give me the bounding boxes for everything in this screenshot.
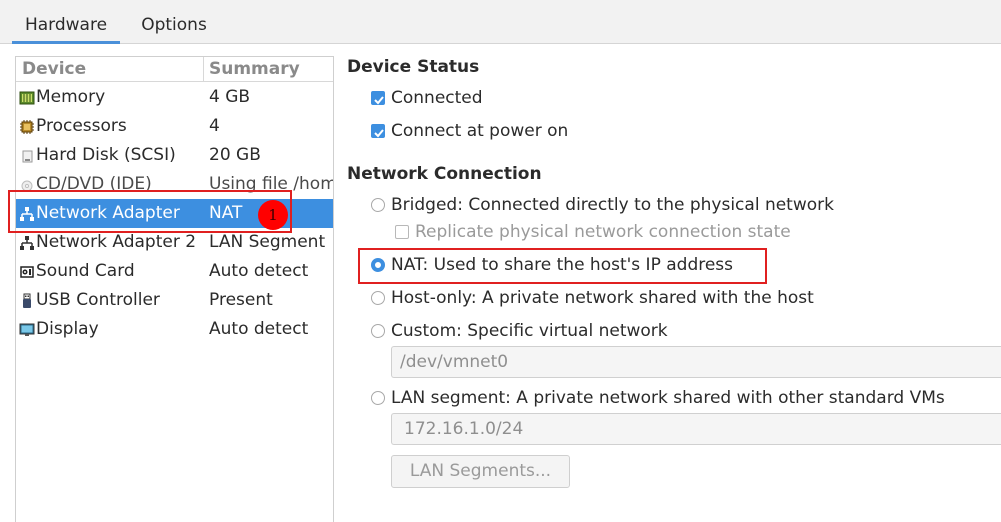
device-summary: LAN Segment bbox=[209, 232, 326, 252]
device-row-memory[interactable]: Memory 4 GB bbox=[16, 83, 333, 112]
processor-icon bbox=[20, 120, 34, 134]
device-row-display[interactable]: Display Auto detect bbox=[16, 315, 333, 344]
custom-network-combo[interactable]: /dev/vmnet0 bbox=[391, 346, 1001, 378]
device-name: Memory bbox=[36, 87, 106, 107]
network-icon bbox=[20, 207, 34, 221]
lan-segments-button[interactable]: LAN Segments... bbox=[391, 455, 570, 488]
column-divider[interactable] bbox=[203, 57, 204, 82]
connect-at-power-on-label: Connect at power on bbox=[391, 121, 569, 141]
sound-icon bbox=[20, 266, 34, 278]
device-row-hard-disk[interactable]: Hard Disk (SCSI) 20 GB bbox=[16, 141, 333, 170]
device-name: Sound Card bbox=[36, 261, 135, 281]
bridged-label: Bridged: Connected directly to the physi… bbox=[391, 195, 834, 215]
replicate-state-label: Replicate physical network connection st… bbox=[415, 222, 791, 242]
device-row-sound-card[interactable]: Sound Card Auto detect bbox=[16, 257, 333, 286]
display-icon bbox=[19, 323, 35, 336]
device-name: Network Adapter 2 bbox=[36, 232, 197, 252]
connected-label: Connected bbox=[391, 88, 483, 108]
device-name: Display bbox=[36, 319, 99, 339]
device-name: Processors bbox=[36, 116, 127, 136]
device-name: Hard Disk (SCSI) bbox=[36, 145, 176, 165]
custom-label: Custom: Specific virtual network bbox=[391, 321, 668, 341]
radio-checked-icon[interactable] bbox=[371, 258, 385, 272]
device-summary: NAT bbox=[209, 203, 243, 223]
radio-unchecked-icon[interactable] bbox=[371, 324, 385, 338]
device-list: Device Summary Memory 4 GB Processors 4 … bbox=[15, 56, 334, 522]
device-name: Network Adapter bbox=[36, 203, 180, 223]
summary-column-header[interactable]: Summary bbox=[209, 57, 300, 82]
device-row-cd-dvd[interactable]: CD/DVD (IDE) Using file /hom bbox=[16, 170, 333, 199]
device-summary: Auto detect bbox=[209, 261, 309, 281]
tab-bar: Hardware Options bbox=[0, 0, 1001, 44]
radio-unchecked-icon[interactable] bbox=[371, 391, 385, 405]
lan-segment-label: LAN segment: A private network shared wi… bbox=[391, 388, 945, 408]
device-summary: 20 GB bbox=[209, 145, 261, 165]
device-column-header[interactable]: Device bbox=[22, 57, 86, 82]
nat-label: NAT: Used to share the host's IP address bbox=[391, 255, 734, 275]
device-summary: Auto detect bbox=[209, 319, 309, 339]
lan-segment-combo[interactable]: 172.16.1.0/24 bbox=[391, 413, 1001, 445]
device-summary: 4 GB bbox=[209, 87, 251, 107]
tab-options[interactable]: Options bbox=[128, 0, 220, 43]
radio-unchecked-icon[interactable] bbox=[371, 291, 385, 305]
device-status-heading: Device Status bbox=[347, 57, 480, 77]
usb-icon bbox=[23, 293, 31, 308]
checkbox-checked-icon[interactable] bbox=[371, 91, 385, 105]
checkbox-checked-icon[interactable] bbox=[371, 124, 385, 138]
step-badge: 1 bbox=[258, 200, 288, 230]
device-summary: Using file /hom bbox=[209, 174, 334, 194]
device-name: USB Controller bbox=[36, 290, 160, 310]
device-row-usb-controller[interactable]: USB Controller Present bbox=[16, 286, 333, 315]
host-only-label: Host-only: A private network shared with… bbox=[391, 288, 814, 308]
tab-hardware[interactable]: Hardware bbox=[12, 0, 120, 44]
device-summary: Present bbox=[209, 290, 273, 310]
cd-dvd-icon bbox=[21, 180, 33, 192]
checkbox-unchecked-icon[interactable] bbox=[395, 225, 409, 239]
hard-disk-icon bbox=[22, 150, 33, 163]
radio-unchecked-icon[interactable] bbox=[371, 198, 385, 212]
device-name: CD/DVD (IDE) bbox=[36, 174, 152, 194]
device-summary: 4 bbox=[209, 116, 220, 136]
network-icon bbox=[20, 236, 34, 250]
memory-icon bbox=[19, 91, 35, 105]
device-row-network-adapter-2[interactable]: Network Adapter 2 LAN Segment bbox=[16, 228, 333, 257]
network-connection-heading: Network Connection bbox=[347, 164, 542, 184]
device-row-processors[interactable]: Processors 4 bbox=[16, 112, 333, 141]
device-list-header: Device Summary bbox=[16, 57, 333, 82]
